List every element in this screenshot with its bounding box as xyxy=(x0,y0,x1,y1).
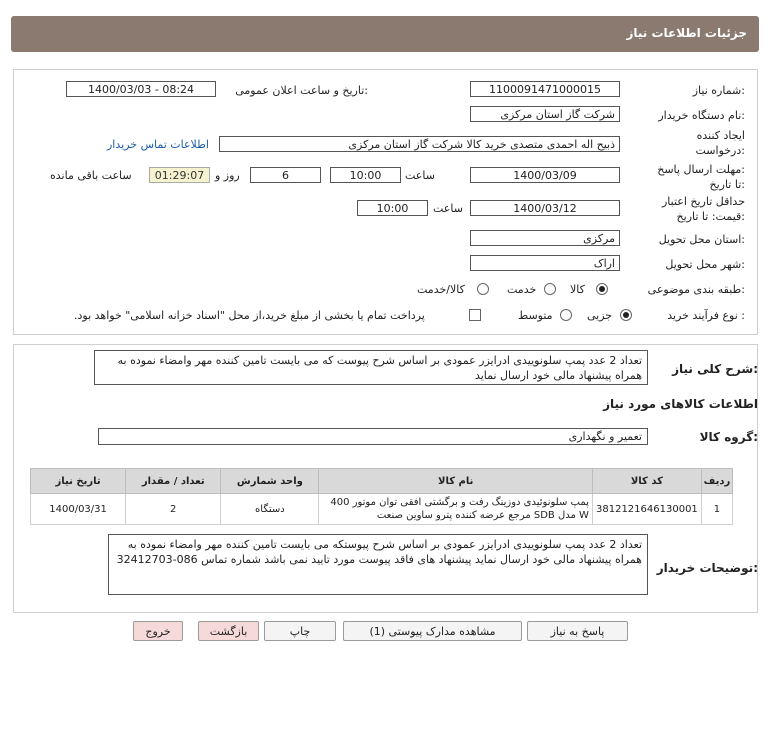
buyer-contact-link[interactable]: اطلاعات تماس خریدار xyxy=(107,138,209,151)
col-goods-code: کد کالا xyxy=(591,468,702,494)
process-medium-radio[interactable] xyxy=(560,309,572,321)
category-goods-service-radio[interactable] xyxy=(477,283,489,295)
remaining-label: ساعت باقی مانده xyxy=(50,169,132,182)
cell-quantity: 2 xyxy=(125,493,222,525)
announce-label: تاریخ و ساعت اعلان عمومی: xyxy=(235,84,368,97)
reply-date-field: 1400/03/09 xyxy=(470,167,620,183)
province-field: مرکزی xyxy=(470,230,620,246)
buyer-notes-box: تعداد 2 عدد پمپ سلونوییدی ادرایزر عمودی … xyxy=(108,534,648,595)
process-label: نوع فرآیند خرید : xyxy=(667,309,745,322)
col-quantity: تعداد / مقدار xyxy=(125,468,222,494)
validity-time-field: 10:00 xyxy=(357,200,428,216)
need-number-label: شماره نیاز: xyxy=(692,84,745,97)
process-medium-label: متوسط xyxy=(518,309,553,322)
creator-label-line1: ایجاد کننده xyxy=(696,129,745,142)
reply-deadline-label-line1: مهلت ارسال پاسخ: xyxy=(657,163,745,176)
col-row: ردیف xyxy=(700,468,734,494)
print-button[interactable]: چاپ xyxy=(264,621,336,641)
process-minor-radio[interactable] xyxy=(620,309,632,321)
goods-group-field: تعمیر و نگهداری xyxy=(98,428,648,445)
remaining-days-field: 6 xyxy=(250,167,321,183)
reply-time-label: ساعت xyxy=(405,169,435,182)
reply-button[interactable]: پاسخ به نیاز xyxy=(527,621,628,641)
table-row: 1400/03/31 2 دستگاه پمپ سلونوئیدی دوزینگ… xyxy=(29,493,734,525)
goods-table: تاریخ نیاز تعداد / مقدار واحد شمارش نام … xyxy=(29,468,734,525)
goods-group-label: گروه کالا: xyxy=(699,430,758,444)
category-goods-service-label: کالا/خدمت xyxy=(417,283,465,296)
cell-goods-code: 3812121646130001 xyxy=(591,493,702,525)
reply-time-field: 10:00 xyxy=(330,167,401,183)
city-field: اراک xyxy=(470,255,620,271)
summary-label: شرح کلی نیاز: xyxy=(672,362,758,376)
city-label: شهر محل تحویل: xyxy=(665,258,745,271)
category-service-label: خدمت xyxy=(507,283,537,296)
validity-label-line1: حداقل تاریخ اعتبار xyxy=(661,195,745,208)
goods-info-title: اطلاعات کالاهای مورد نیاز xyxy=(603,397,758,411)
col-need-date: تاریخ نیاز xyxy=(29,468,127,494)
reply-deadline-label-line2: تا تاریخ: xyxy=(709,178,745,191)
need-info-panel: شماره نیاز: 1100091471000015 تاریخ و ساع… xyxy=(13,69,758,335)
category-service-radio[interactable] xyxy=(544,283,556,295)
announce-field: 1400/03/03 - 08:24 xyxy=(66,81,216,97)
buyer-org-field: شرکت گاز استان مرکزی xyxy=(470,106,620,122)
cell-need-date: 1400/03/31 xyxy=(29,493,127,525)
validity-time-label: ساعت xyxy=(433,202,463,215)
treasury-payment-checkbox[interactable] xyxy=(469,309,481,321)
cell-goods-name: پمپ سلونوئیدی دوزینگ رفت و برگشتی افقی ت… xyxy=(318,493,593,525)
buyer-org-label: نام دستگاه خریدار: xyxy=(658,109,745,122)
buyer-notes-label: توضیحات خریدار: xyxy=(656,561,758,575)
page-header: جزئیات اطلاعات نیاز xyxy=(11,16,759,52)
province-label: استان محل تحویل: xyxy=(658,233,745,246)
remaining-time-field: 01:29:07 xyxy=(149,167,210,183)
days-label: روز و xyxy=(215,169,240,182)
category-goods-radio[interactable] xyxy=(596,283,608,295)
creator-label-line2: درخواست: xyxy=(695,144,746,157)
exit-button[interactable]: خروج xyxy=(133,621,183,641)
creator-field: ذبیح اله احمدی متصدی خرید کالا شرکت گاز … xyxy=(219,136,620,152)
cell-row: 1 xyxy=(700,493,734,525)
summary-box: تعداد 2 عدد پمپ سلونوییدی ادرایزر عمودی … xyxy=(94,350,648,385)
cell-unit: دستگاه xyxy=(220,493,320,525)
category-goods-label: کالا xyxy=(570,283,585,296)
back-button[interactable]: بازگشت xyxy=(198,621,259,641)
need-number-field: 1100091471000015 xyxy=(470,81,620,97)
validity-label-line2: قیمت: تا تاریخ: xyxy=(676,210,745,223)
category-label: طبقه بندی موضوعی: xyxy=(647,283,745,296)
col-unit: واحد شمارش xyxy=(220,468,320,494)
treasury-payment-note: پرداخت تمام یا بخشی از مبلغ خرید،از محل … xyxy=(74,309,425,322)
page-title: جزئیات اطلاعات نیاز xyxy=(626,26,747,40)
col-goods-name: نام کالا xyxy=(318,468,593,494)
view-attachments-button[interactable]: مشاهده مدارک پیوستی (1) xyxy=(343,621,522,641)
process-minor-label: جزیی xyxy=(587,309,613,322)
validity-date-field: 1400/03/12 xyxy=(470,200,620,216)
